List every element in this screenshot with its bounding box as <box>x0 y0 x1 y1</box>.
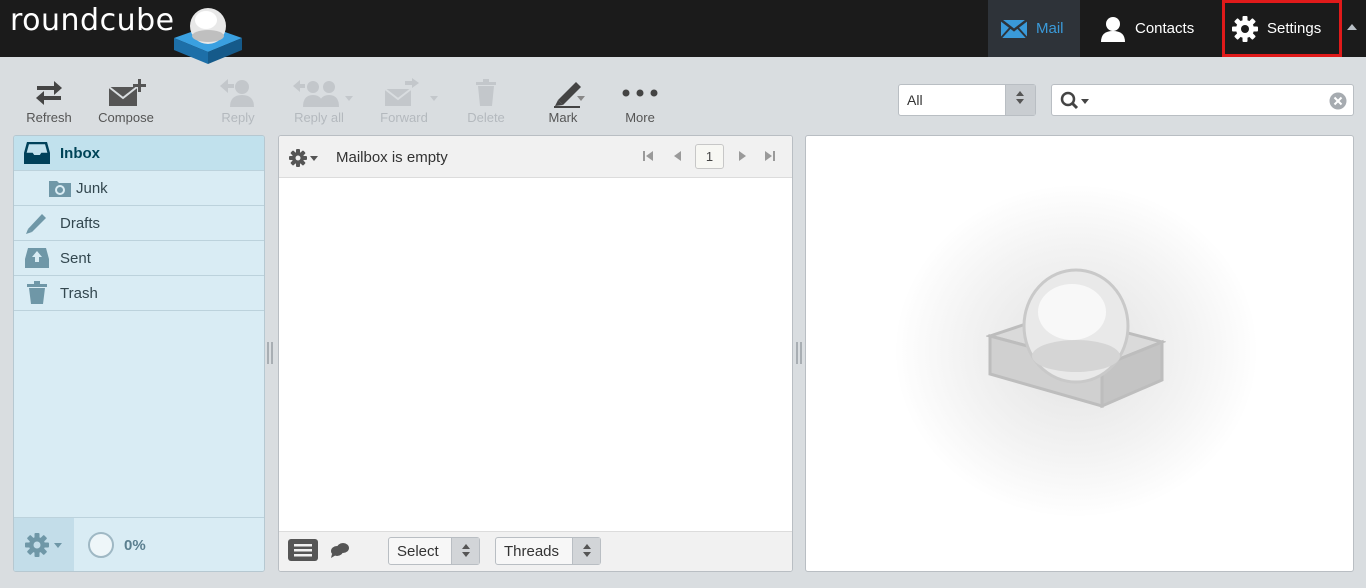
quota-pie-icon <box>88 532 114 558</box>
filter-selected-value: All <box>907 92 923 108</box>
reply-icon <box>198 76 278 110</box>
logo-text: roundcube <box>10 2 175 38</box>
filter-updown-icon <box>1005 85 1035 115</box>
message-filter-select[interactable]: All <box>898 84 1036 116</box>
roundcube-logo[interactable]: roundcube <box>10 2 242 64</box>
folder-drafts[interactable]: Drafts <box>14 206 264 241</box>
mark-label: Mark <box>548 110 578 125</box>
folder-inbox[interactable]: Inbox <box>14 136 264 171</box>
folder-list-footer: 0% <box>14 517 264 571</box>
threads-view-icon[interactable] <box>329 542 351 561</box>
folder-junk[interactable]: Junk <box>14 171 264 206</box>
folder-list: Inbox Junk Drafts Sent Trash 0% <box>13 135 265 572</box>
folder-options-button[interactable] <box>14 518 74 571</box>
forward-icon <box>364 76 444 110</box>
folder-trash[interactable]: Trash <box>14 276 264 311</box>
message-list: Mailbox is empty 1 Select Threads <box>278 135 793 572</box>
forward-button[interactable]: Forward <box>364 76 444 126</box>
folder-label: Inbox <box>60 144 100 162</box>
forward-label: Forward <box>380 110 428 125</box>
next-page-icon[interactable] <box>735 149 749 166</box>
reply-all-icon <box>279 76 359 110</box>
quota-display: 0% <box>88 532 146 558</box>
more-button[interactable]: More <box>600 76 680 126</box>
gear-icon <box>25 532 62 557</box>
logo-cube-icon <box>174 8 242 64</box>
nav-settings[interactable]: Settings <box>1222 0 1342 57</box>
delete-label: Delete <box>467 110 505 125</box>
nav-mail[interactable]: Mail <box>988 0 1080 57</box>
select-dropdown[interactable]: Select <box>388 537 480 565</box>
compose-button[interactable]: Compose <box>86 76 166 126</box>
nav-mail-label: Mail <box>1036 20 1064 37</box>
more-label: More <box>625 110 655 125</box>
nav-contacts[interactable]: Contacts <box>1097 0 1212 57</box>
mark-dropdown-icon[interactable] <box>577 96 585 101</box>
folder-label: Trash <box>60 284 98 302</box>
reply-button[interactable]: Reply <box>198 76 278 126</box>
refresh-label: Refresh <box>26 110 72 125</box>
gear-icon <box>289 149 318 167</box>
folder-sent[interactable]: Sent <box>14 241 264 276</box>
junk-icon <box>44 178 76 198</box>
list-splitter[interactable] <box>796 342 802 364</box>
page-number[interactable]: 1 <box>695 144 724 169</box>
threads-updown-icon <box>572 538 600 564</box>
collapse-header-icon[interactable] <box>1347 24 1357 30</box>
trash-icon <box>14 281 60 305</box>
reply-label: Reply <box>221 110 255 125</box>
reply-all-label: Reply all <box>294 110 344 125</box>
reply-all-button[interactable]: Reply all <box>279 76 359 126</box>
roundcube-watermark-icon <box>986 268 1166 409</box>
preview-pane <box>805 135 1354 572</box>
threads-dropdown[interactable]: Threads <box>495 537 601 565</box>
mark-button[interactable]: Mark <box>523 76 603 126</box>
delete-icon <box>446 76 526 110</box>
nav-contacts-label: Contacts <box>1135 20 1195 37</box>
search-icon[interactable] <box>1060 91 1092 114</box>
more-icon <box>600 76 680 110</box>
refresh-button[interactable]: Refresh <box>9 76 89 126</box>
mail-icon <box>1000 18 1028 39</box>
refresh-icon <box>9 76 89 110</box>
message-list-footer: Select Threads <box>279 531 792 571</box>
drafts-icon <box>14 211 60 235</box>
top-bar: roundcube Mail Contacts Settings <box>0 0 1366 64</box>
reply-all-dropdown-icon[interactable] <box>345 96 353 101</box>
search-clear-icon[interactable] <box>1329 92 1347 113</box>
last-page-icon[interactable] <box>763 149 777 166</box>
delete-button[interactable]: Delete <box>446 76 526 126</box>
first-page-icon[interactable] <box>641 149 655 166</box>
mailbox-status: Mailbox is empty <box>336 149 448 166</box>
search-input[interactable] <box>1098 89 1318 111</box>
forward-dropdown-icon[interactable] <box>430 96 438 101</box>
message-list-header: Mailbox is empty 1 <box>279 136 792 178</box>
compose-label: Compose <box>98 110 154 125</box>
folder-label: Drafts <box>60 214 101 232</box>
folder-label: Junk <box>76 179 108 197</box>
search-box[interactable] <box>1051 84 1354 116</box>
folder-splitter[interactable] <box>267 342 273 364</box>
list-options-button[interactable] <box>289 148 321 168</box>
gear-icon <box>1231 15 1259 43</box>
select-label: Select <box>397 543 439 560</box>
list-view-icon[interactable] <box>287 538 319 565</box>
compose-icon <box>86 76 166 110</box>
previous-page-icon[interactable] <box>671 149 685 166</box>
mark-pen-icon <box>523 76 603 110</box>
nav-settings-label: Settings <box>1267 20 1322 37</box>
threads-label: Threads <box>504 543 560 560</box>
quota-text: 0% <box>124 536 146 554</box>
sent-icon <box>14 247 60 269</box>
inbox-icon <box>14 142 60 164</box>
folder-label: Sent <box>60 249 91 267</box>
contacts-icon <box>1099 16 1127 42</box>
select-updown-icon <box>451 538 479 564</box>
